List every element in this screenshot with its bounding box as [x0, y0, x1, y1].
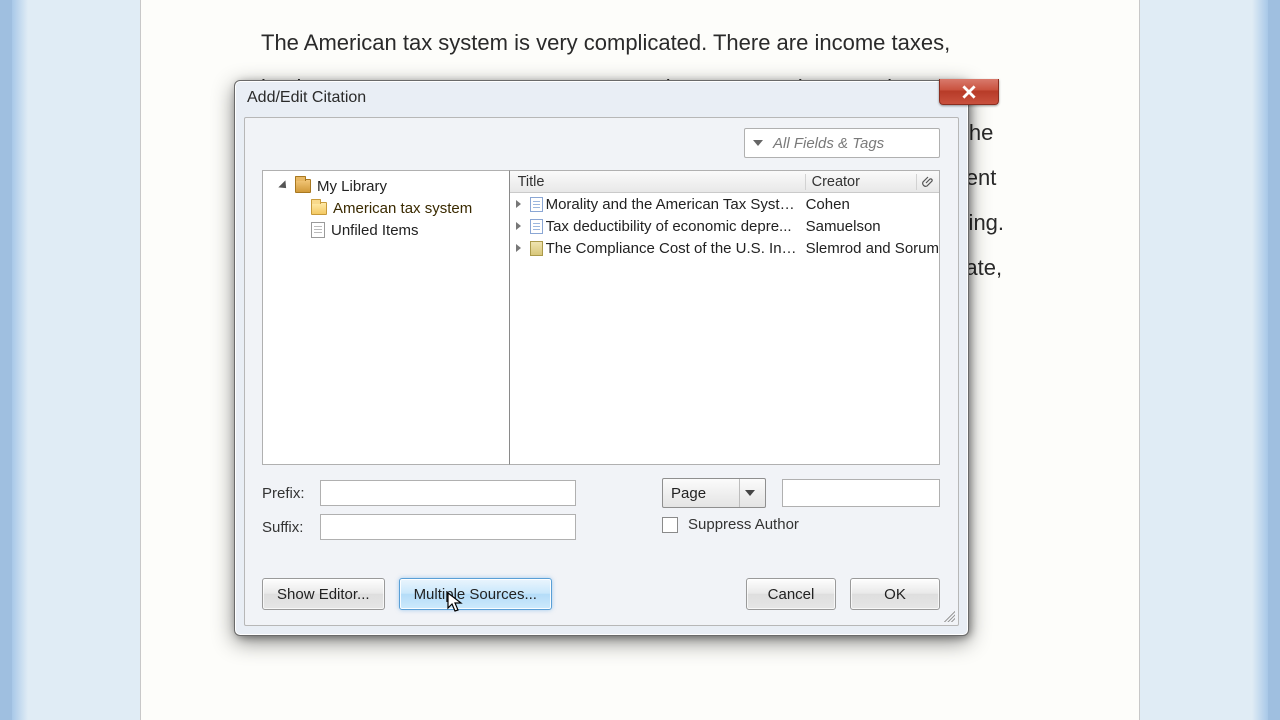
- tree-root-my-library[interactable]: My Library: [263, 175, 509, 197]
- dialog-title: Add/Edit Citation: [247, 89, 366, 107]
- column-title[interactable]: Title: [510, 174, 806, 190]
- item-creator: Slemrod and Sorum: [806, 240, 939, 257]
- prefix-input[interactable]: [320, 480, 576, 506]
- document-icon: [530, 197, 543, 212]
- item-creator: Cohen: [806, 196, 939, 213]
- ok-button[interactable]: OK: [850, 578, 940, 610]
- show-editor-button[interactable]: Show Editor...: [262, 578, 385, 610]
- item-creator: Samuelson: [806, 218, 939, 235]
- column-attachment[interactable]: [917, 176, 939, 188]
- library-tree[interactable]: My Library American tax system Unfiled I…: [262, 170, 510, 465]
- search-scope-dropdown-icon[interactable]: [753, 140, 763, 146]
- item-type-icon: [528, 197, 546, 212]
- multiple-sources-button[interactable]: Multiple Sources...: [399, 578, 552, 610]
- search-input[interactable]: All Fields & Tags: [744, 128, 940, 158]
- search-row: All Fields & Tags: [245, 118, 958, 170]
- disclosure-triangle-icon[interactable]: [278, 180, 289, 191]
- tree-item-label: Unfiled Items: [331, 222, 419, 239]
- column-creator[interactable]: Creator: [806, 174, 917, 190]
- prefix-label: Prefix:: [262, 485, 320, 502]
- item-title: The Compliance Cost of the U.S. Indi...: [546, 240, 806, 257]
- locator-type-value: Page: [671, 485, 706, 502]
- citation-dialog: Add/Edit Citation All Fields & Tags My L…: [234, 80, 969, 636]
- button-row: Show Editor... Multiple Sources... Cance…: [262, 577, 940, 611]
- tree-item-label: American tax system: [333, 200, 472, 217]
- item-type-icon: [528, 219, 546, 234]
- suffix-input[interactable]: [320, 514, 576, 540]
- item-row[interactable]: Morality and the American Tax System Coh…: [510, 193, 939, 215]
- locator-value-input[interactable]: [782, 479, 940, 507]
- item-title: Tax deductibility of economic depre...: [546, 218, 806, 235]
- library-icon: [295, 179, 311, 193]
- chevron-down-icon: [745, 490, 755, 496]
- suffix-label: Suffix:: [262, 519, 320, 536]
- dropdown-arrow: [739, 479, 759, 507]
- item-row[interactable]: The Compliance Cost of the U.S. Indi... …: [510, 237, 939, 259]
- search-placeholder: All Fields & Tags: [773, 135, 884, 152]
- attachment-icon: [922, 176, 934, 188]
- close-icon: [962, 85, 976, 99]
- expand-toggle[interactable]: [510, 222, 528, 230]
- document-icon: [530, 219, 543, 234]
- item-type-icon: [528, 241, 546, 256]
- suppress-author-label: Suppress Author: [688, 516, 799, 533]
- book-icon: [530, 241, 543, 256]
- expand-toggle[interactable]: [510, 200, 528, 208]
- unfiled-icon: [311, 222, 325, 238]
- item-list[interactable]: Title Creator Morality and the American …: [510, 170, 940, 465]
- close-button[interactable]: [939, 79, 999, 105]
- suppress-author-checkbox[interactable]: [662, 517, 678, 533]
- item-rows: Morality and the American Tax System Coh…: [510, 193, 939, 259]
- folder-icon: [311, 202, 327, 215]
- dialog-titlebar[interactable]: Add/Edit Citation: [235, 81, 968, 115]
- triangle-right-icon: [516, 222, 521, 230]
- lists-area: My Library American tax system Unfiled I…: [262, 170, 940, 465]
- item-title: Morality and the American Tax System: [546, 196, 806, 213]
- triangle-right-icon: [516, 200, 521, 208]
- triangle-right-icon: [516, 244, 521, 252]
- citation-form: Prefix: Suffix: Page Suppress Author: [262, 476, 940, 544]
- dialog-body: All Fields & Tags My Library American ta…: [244, 117, 959, 626]
- tree-root-label: My Library: [317, 178, 387, 195]
- expand-toggle[interactable]: [510, 244, 528, 252]
- item-row[interactable]: Tax deductibility of economic depre... S…: [510, 215, 939, 237]
- tree-item-unfiled[interactable]: Unfiled Items: [263, 219, 509, 241]
- resize-grip[interactable]: [941, 608, 955, 622]
- tree-item-american-tax-system[interactable]: American tax system: [263, 197, 509, 219]
- column-headers[interactable]: Title Creator: [510, 171, 939, 193]
- cancel-button[interactable]: Cancel: [746, 578, 836, 610]
- locator-type-dropdown[interactable]: Page: [662, 478, 766, 508]
